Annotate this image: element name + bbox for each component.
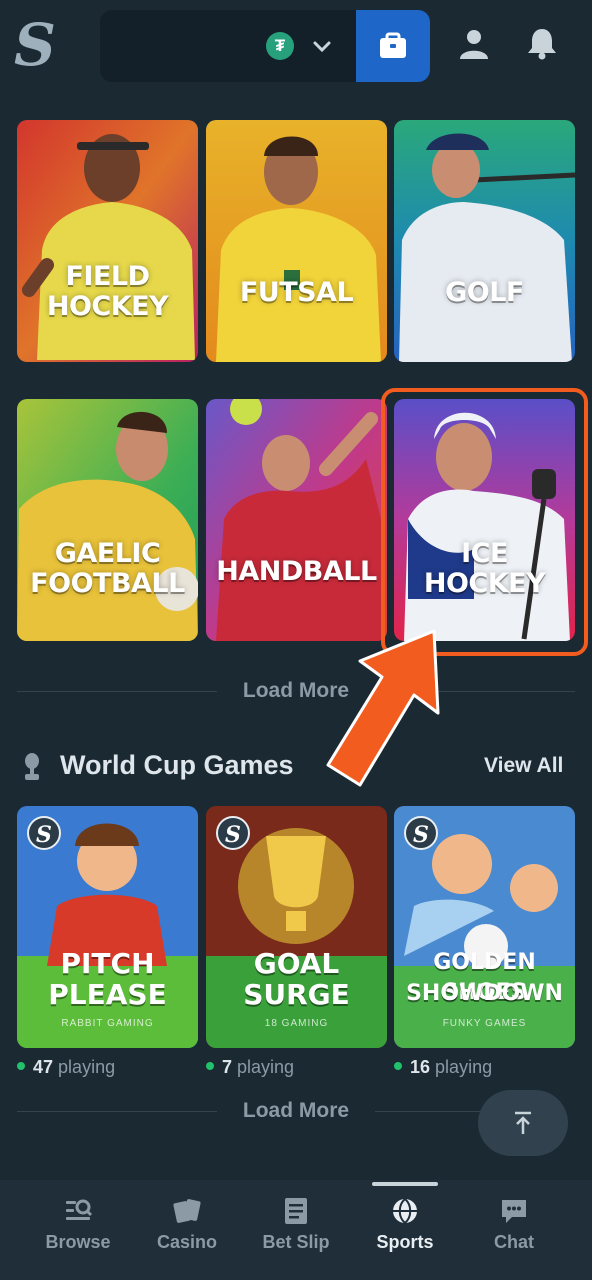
sport-tile-golf[interactable]: GOLF <box>394 120 575 362</box>
online-dot-icon <box>206 1062 214 1071</box>
trophy-icon <box>25 753 39 780</box>
game-title-line2: SURGE <box>243 978 350 1011</box>
online-dot-icon <box>394 1062 402 1071</box>
wallet-button[interactable] <box>356 10 430 82</box>
load-more-games-button[interactable]: Load More <box>196 1099 396 1123</box>
nav-casino[interactable]: Casino <box>137 1196 237 1253</box>
nav-label: Casino <box>156 1232 217 1252</box>
nav-bet-slip[interactable]: Bet Slip <box>246 1196 346 1253</box>
highlight-box <box>381 388 588 656</box>
sport-tile-field-hockey[interactable]: FIELD HOCKEY <box>17 120 198 362</box>
chat-icon <box>502 1200 526 1223</box>
tile-label-line1: FIELD <box>65 261 150 292</box>
tile-label-line1: HANDBALL <box>216 556 377 587</box>
stake-originals-badge: S <box>216 816 250 850</box>
arrow-up-icon <box>515 1111 531 1134</box>
game-tile-pitch-please[interactable]: S PITCH PLEASE RABBIT GAMING <box>17 806 198 1048</box>
gaelic-football-player-image <box>17 399 198 641</box>
game-studio: 18 GAMING <box>264 1018 329 1029</box>
field-hockey-player-image <box>17 120 198 362</box>
nav-label: Browse <box>45 1232 111 1252</box>
annotation-arrow <box>326 629 440 787</box>
nav-label: Bet Slip <box>262 1232 330 1252</box>
wallet-balance-selector[interactable]: ₮ <box>100 10 360 82</box>
scroll-to-top-button[interactable] <box>478 1090 568 1156</box>
nav-label: Chat <box>494 1232 534 1252</box>
stake-originals-badge: S <box>27 816 61 850</box>
game-studio: RABBIT GAMING <box>61 1018 154 1029</box>
sport-tile-futsal[interactable]: FUTSAL <box>206 120 387 362</box>
tile-label-line1: GAELIC <box>54 538 161 569</box>
bet-slip-icon <box>285 1198 307 1224</box>
user-icon[interactable] <box>458 28 490 60</box>
tile-label-line1: FUTSAL <box>239 277 354 308</box>
golf-player-image <box>394 120 575 362</box>
game-title-line1: GOAL <box>253 947 340 980</box>
sports-icon <box>393 1198 417 1224</box>
section-title-world-cup: World Cup Games <box>60 750 294 780</box>
nav-chat[interactable]: Chat <box>464 1196 564 1253</box>
view-all-link[interactable]: View All <box>484 754 563 778</box>
players-count: 47 playing <box>17 1057 115 1078</box>
stake-originals-badge: S <box>404 816 438 850</box>
divider <box>17 1111 217 1112</box>
futsal-player-image <box>206 120 387 362</box>
nav-sports[interactable]: Sports <box>355 1196 455 1253</box>
game-title-line1: PITCH <box>60 947 155 980</box>
tether-icon: ₮ <box>266 32 294 60</box>
game-tile-golden-shoes-showdown[interactable]: S GOLDEN SHOES SHOWDOWN FUNKY GAMES <box>394 806 575 1048</box>
sport-tile-gaelic-football[interactable]: GAELIC FOOTBALL <box>17 399 198 641</box>
handball-player-image <box>206 399 387 641</box>
online-dot-icon <box>17 1062 25 1071</box>
players-count: 16 playing <box>394 1057 492 1078</box>
stake-logo[interactable]: S <box>14 14 58 76</box>
game-tile-goal-surge[interactable]: S GOAL SURGE 18 GAMING <box>206 806 387 1048</box>
active-tab-indicator <box>372 1182 438 1186</box>
wallet-icon <box>380 32 406 58</box>
game-title-line2: SHOWDOWN <box>406 981 563 1006</box>
game-studio: FUNKY GAMES <box>442 1018 527 1029</box>
chevron-down-icon <box>313 41 331 53</box>
tile-label-line2: FOOTBALL <box>30 568 185 599</box>
tile-label-line2: HOCKEY <box>46 291 169 322</box>
tile-label-line1: GOLF <box>445 277 524 308</box>
sport-tile-handball[interactable]: HANDBALL <box>206 399 387 641</box>
nav-label: Sports <box>376 1232 434 1252</box>
divider <box>17 691 217 692</box>
bell-icon[interactable] <box>526 26 558 60</box>
top-bar: S ₮ <box>0 0 592 92</box>
casino-icon <box>173 1199 201 1223</box>
players-count: 7 playing <box>206 1057 294 1078</box>
game-title-line2: PLEASE <box>48 978 167 1011</box>
nav-browse[interactable]: Browse <box>28 1196 128 1253</box>
browse-icon <box>66 1199 93 1220</box>
